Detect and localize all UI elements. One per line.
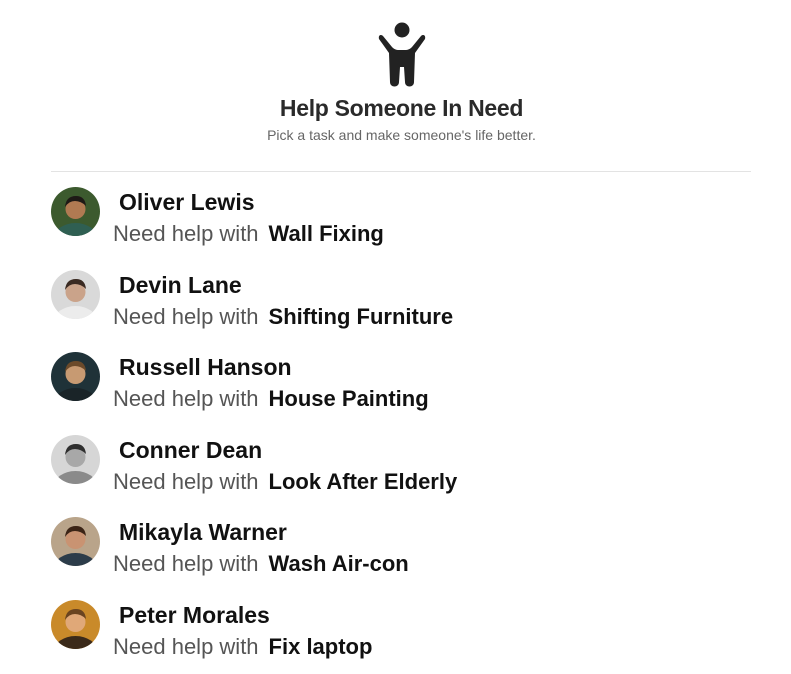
list-item[interactable]: Mikayla Warner Need help with Wash Air-co… xyxy=(51,517,751,587)
list-item[interactable]: Devin Lane Need help with Shifting Furnit… xyxy=(51,270,751,340)
task-link[interactable]: Shifting Furniture xyxy=(269,304,454,329)
list-item[interactable]: Oliver Lewis Need help with Wall Fixing xyxy=(51,187,751,257)
requester-name[interactable]: Peter Morales xyxy=(119,602,270,629)
requester-name[interactable]: Mikayla Warner xyxy=(119,519,287,546)
task-link[interactable]: House Painting xyxy=(269,386,429,411)
need-label: Need help with xyxy=(113,221,259,246)
list-item[interactable]: Russell Hanson Need help with House Paint… xyxy=(51,352,751,422)
task-link[interactable]: Look After Elderly xyxy=(269,469,458,494)
list-item[interactable]: Peter Morales Need help with Fix laptop xyxy=(51,600,751,670)
help-request: Need help with Look After Elderly xyxy=(113,469,457,495)
task-link[interactable]: Wall Fixing xyxy=(269,221,384,246)
task-link[interactable]: Fix laptop xyxy=(269,634,373,659)
need-label: Need help with xyxy=(113,469,259,494)
avatar xyxy=(51,352,100,401)
requester-name[interactable]: Devin Lane xyxy=(119,272,242,299)
list-item[interactable]: Conner Dean Need help with Look After Eld… xyxy=(51,435,751,505)
request-list: Oliver Lewis Need help with Wall Fixing D… xyxy=(0,0,791,674)
help-request: Need help with Wall Fixing xyxy=(113,221,384,247)
need-label: Need help with xyxy=(113,304,259,329)
requester-name[interactable]: Russell Hanson xyxy=(119,354,292,381)
avatar xyxy=(51,600,100,649)
avatar xyxy=(51,517,100,566)
help-request: Need help with House Painting xyxy=(113,386,429,412)
need-label: Need help with xyxy=(113,551,259,576)
requester-name[interactable]: Oliver Lewis xyxy=(119,189,255,216)
help-request: Need help with Fix laptop xyxy=(113,634,372,660)
help-request: Need help with Shifting Furniture xyxy=(113,304,453,330)
need-label: Need help with xyxy=(113,634,259,659)
help-request: Need help with Wash Air-con xyxy=(113,551,409,577)
task-link[interactable]: Wash Air-con xyxy=(269,551,409,576)
avatar xyxy=(51,270,100,319)
avatar xyxy=(51,435,100,484)
avatar xyxy=(51,187,100,236)
requester-name[interactable]: Conner Dean xyxy=(119,437,262,464)
need-label: Need help with xyxy=(113,386,259,411)
